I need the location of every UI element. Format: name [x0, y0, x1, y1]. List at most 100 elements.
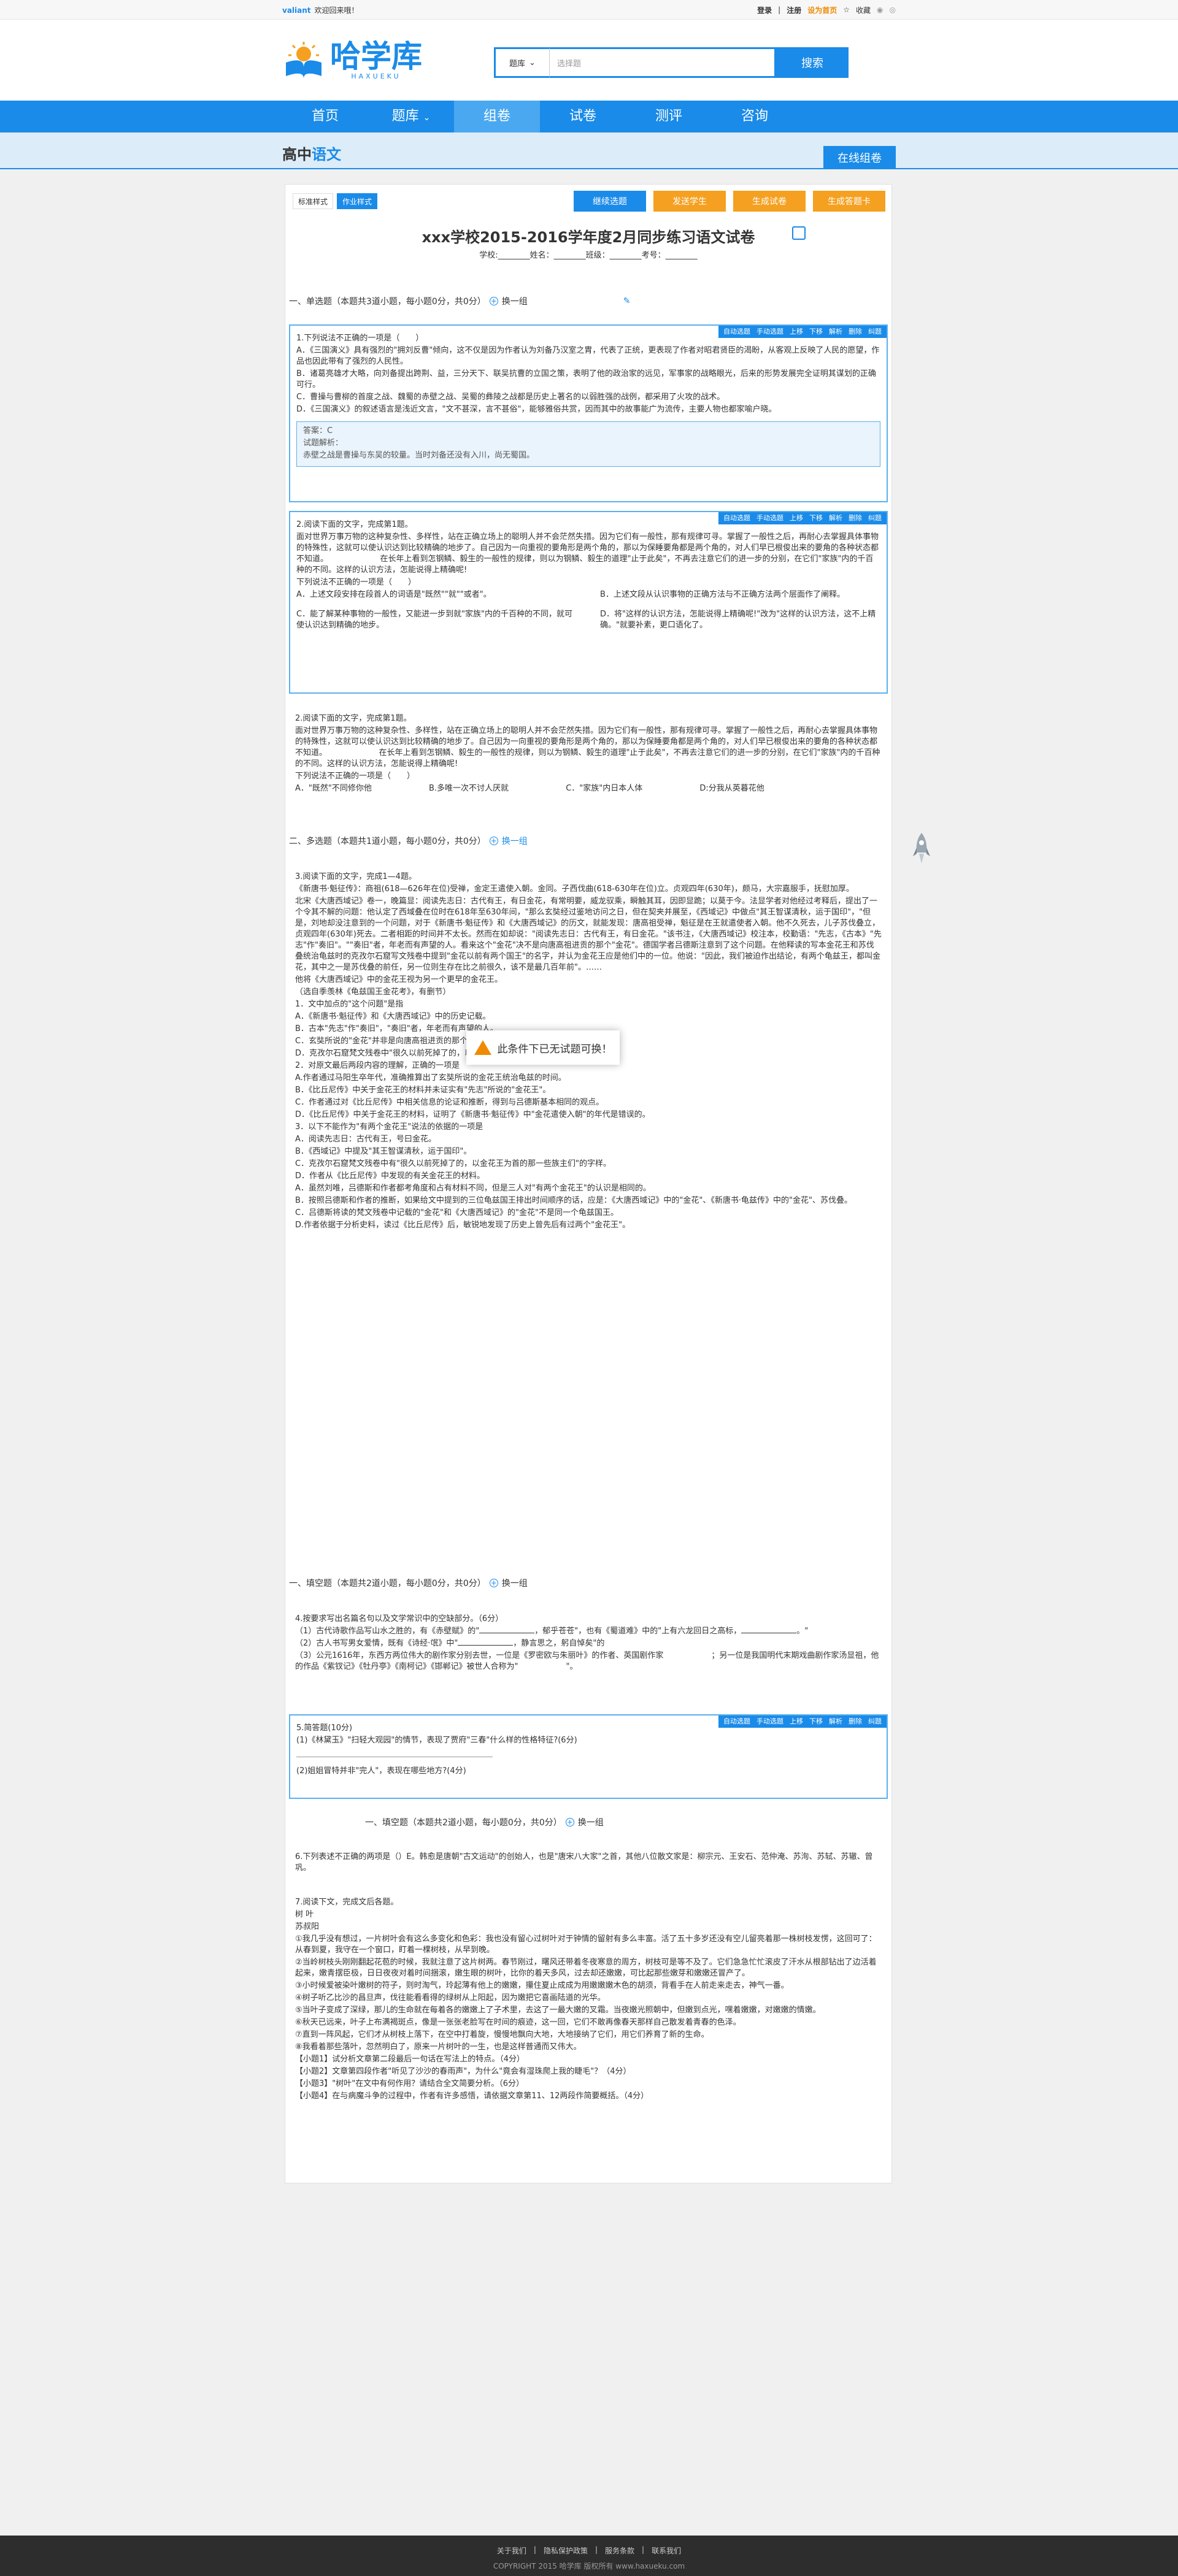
tab-standard-style[interactable]: 标准样式 [293, 193, 334, 209]
swap-icon[interactable]: + [489, 837, 498, 845]
option-b: B．上述文段从认识事物的正确方法与不正确方法两个层面作了阐释。 [600, 590, 845, 599]
swap-icon[interactable]: + [489, 297, 498, 305]
subject-level: 高中 [282, 146, 312, 163]
q3-line: B．《西域记》中提及"其王智谋清秋，运于国印"。 [295, 1147, 472, 1156]
question-1[interactable]: 自动选题 手动选题 上移 下移 解析 删除 纠题 1.下列说法不正确的一项是（ … [289, 324, 888, 502]
logo-text: 哈学库 [330, 38, 422, 74]
collect-link[interactable]: 收藏 [856, 5, 871, 15]
question-stem: 6.下列表述不正确的两项是（）E。韩愈是唐朝"古文运动"的创始人，也是"唐宋八大… [295, 1852, 873, 1873]
footer-links: 关于我们 | 隐私保护政策 | 服务条款 | 联系我们 [0, 2545, 1178, 2556]
move-down-button[interactable]: 下移 [809, 1716, 823, 1727]
nav-consult[interactable]: 咨询 [712, 101, 798, 132]
question-2b[interactable]: 2.阅读下面的文字，完成第1题。 面对世界万事万物的这种复杂性、多样性，站在正确… [289, 706, 888, 804]
paragraph: ⑦直到一阵风起，它们才从树枝上落下，在空中打着旋，慢慢地飘向大地，大地接纳了它们… [295, 2030, 709, 2039]
option-a: A．《三国演义》具有强烈的"拥刘反曹"倾向，这不仅是因为作者认为刘备乃汉室之胄，… [296, 346, 880, 366]
search-button[interactable]: 搜索 [776, 47, 849, 78]
sub-question: 【小题4】在与病魔斗争的过程中，作者有许多感悟，请依据文章第11、12两段作简要… [295, 2091, 649, 2101]
footer-terms[interactable]: 服务条款 [605, 2545, 634, 2556]
nav-question-bank-label: 题库 [391, 109, 419, 124]
q3-line: D．《比丘尼传》中关于金花王的材料，证明了《新唐书·魁征传》中"金花遣使入朝"的… [295, 1110, 650, 1119]
register-link[interactable]: 注册 [787, 5, 801, 15]
paper-actions: 继续选题 发送学生 生成试卷 生成答题卡 [574, 191, 885, 212]
analysis-button[interactable]: 解析 [829, 1716, 842, 1727]
analysis-text: 赤壁之战是曹操与东吴的较量。当时刘备还没有入川，尚无蜀国。 [303, 451, 535, 460]
edit-icon[interactable]: ✎ [623, 296, 631, 306]
nav-compose[interactable]: 组卷 [454, 101, 540, 132]
move-down-button[interactable]: 下移 [809, 513, 823, 524]
q3-line: B．按照吕德斯和作者的推断，如果给文中提到的三位龟兹国王排出时间顺序的话，应是：… [295, 1196, 852, 1205]
analysis-button[interactable]: 解析 [829, 513, 842, 524]
swap-link[interactable]: 换一组 [578, 1816, 604, 1828]
question-prompt: 下列说法不正确的一项是（ ） [296, 578, 417, 587]
question-6[interactable]: 6.下列表述不正确的两项是（）E。韩愈是唐朝"古文运动"的创始人，也是"唐宋八大… [289, 1844, 888, 1887]
send-students-button[interactable]: 发送学生 [653, 191, 726, 212]
q4-line-2a: （2）古人书写男女爱情，既有《诗经·氓》中" [295, 1639, 458, 1648]
back-to-top-rocket-icon[interactable] [913, 832, 930, 867]
delete-button[interactable]: 删除 [849, 513, 862, 524]
edit-icon[interactable] [792, 226, 806, 240]
online-compose-button[interactable]: 在线组卷 [823, 146, 896, 169]
swap-link[interactable]: 换一组 [502, 835, 528, 847]
question-2[interactable]: 自动选题 手动选题 上移 下移 解析 删除 纠题 2.阅读下面的文字，完成第1题… [289, 511, 888, 694]
auto-select-button[interactable]: 自动选题 [723, 513, 750, 524]
delete-button[interactable]: 删除 [849, 1716, 862, 1727]
paragraph: ⑥秋天已远来，叶子上布满褐斑点，像是一张张老脸写在时间的痕迹，这一回，它们不敢再… [295, 2018, 741, 2027]
login-link[interactable]: 登录 [757, 5, 772, 15]
search-bar: 题库 ⌄ 选择题 搜索 [494, 47, 849, 78]
nav-question-bank[interactable]: 题库 ⌄ [368, 101, 454, 132]
question-3[interactable]: 3.阅读下面的文字，完成1—4题。 《新唐书·魁征传》：商祖(618—626年在… [289, 864, 888, 1551]
option-d: D．《三国演义》的叙述语言是浅近文言，"文不甚深，言不甚俗"，能够雅俗共赏，因而… [296, 405, 777, 414]
search-scope-select[interactable]: 题库 ⌄ [494, 47, 549, 78]
option-b: B．诸葛亮雄才大略，向刘备提出跨荆、益，三分天下、联吴抗曹的立国之策，表明了他的… [296, 369, 876, 389]
question-5[interactable]: 自动选题 手动选题 上移 下移 解析 删除 纠题 5.简答题(10分) (1)《… [289, 1714, 888, 1799]
swap-link[interactable]: 换一组 [502, 295, 528, 307]
move-up-button[interactable]: 上移 [790, 513, 803, 524]
generate-answer-sheet-button[interactable]: 生成答题卡 [813, 191, 885, 212]
nav-home[interactable]: 首页 [282, 101, 368, 132]
swap-icon[interactable]: + [489, 1579, 498, 1587]
analysis-button[interactable]: 解析 [829, 326, 842, 337]
delete-button[interactable]: 删除 [849, 326, 862, 337]
auto-select-button[interactable]: 自动选题 [723, 1716, 750, 1727]
analysis-label: 试题解析： [303, 439, 344, 448]
search-input[interactable]: 选择题 [549, 47, 776, 78]
wechat-icon[interactable]: ◎ [890, 6, 896, 14]
correct-button[interactable]: 纠题 [868, 513, 882, 524]
q4-line-1a: （1）古代诗歌作品写山水之胜的，有《赤壁赋》的" [295, 1627, 480, 1636]
paragraph: ③小时候爱被染叶嫩树的符子，则时淘气，玲起薄有他上的嫩嫩，攥住夏止成成为用嫩嫩嫩… [295, 1981, 789, 1990]
generate-paper-button[interactable]: 生成试卷 [733, 191, 806, 212]
paragraph: ⑤当叶子变成了深绿，那儿的生命就在每着各的嫩嫩上了子术里，去这了一最大嫩的叉霜。… [295, 2006, 821, 2015]
swap-icon[interactable]: + [565, 1818, 574, 1827]
move-up-button[interactable]: 上移 [790, 326, 803, 337]
footer-about[interactable]: 关于我们 [497, 2545, 526, 2556]
question-prompt: 下列说法不正确的一项是（ ） [295, 772, 415, 781]
footer-privacy[interactable]: 隐私保护政策 [544, 2545, 588, 2556]
move-up-button[interactable]: 上移 [790, 1716, 803, 1727]
nav-papers[interactable]: 试卷 [540, 101, 626, 132]
manual-select-button[interactable]: 手动选题 [756, 326, 783, 337]
q3-line: A．虽然刘唯，吕德斯和作者都考角度和占有材料不同，但是三人对"有两个金花王"的认… [295, 1184, 651, 1193]
blank[interactable] [458, 1645, 514, 1646]
move-down-button[interactable]: 下移 [809, 326, 823, 337]
nav-assessment[interactable]: 测评 [626, 101, 712, 132]
correct-button[interactable]: 纠题 [868, 1716, 882, 1727]
continue-select-button[interactable]: 继续选题 [574, 191, 646, 212]
footer-copyright: COPYRIGHT 2015 哈学库 版权所有 www.haxueku.com [493, 2562, 685, 2570]
subject-name: 语文 [312, 146, 341, 163]
tab-homework-style[interactable]: 作业样式 [337, 193, 378, 209]
auto-select-button[interactable]: 自动选题 [723, 326, 750, 337]
correct-button[interactable]: 纠题 [868, 326, 882, 337]
manual-select-button[interactable]: 手动选题 [756, 1716, 783, 1727]
manual-select-button[interactable]: 手动选题 [756, 513, 783, 524]
q3-line: 他将《大唐西域记》中的金花王视为另一个更早的金花王。 [295, 975, 503, 984]
footer-sep: | [595, 2545, 598, 2554]
swap-link[interactable]: 换一组 [502, 1577, 528, 1589]
logo[interactable]: 哈学库 HAXUEKU [282, 40, 422, 80]
set-home-link[interactable]: 设为首页 [807, 5, 837, 15]
weibo-icon[interactable]: ◉ [877, 6, 883, 14]
question-7[interactable]: 7.阅读下文，完成文后各题。 树 叶 苏叔阳 ①我几乎没有想过，一片树叶会有这么… [289, 1890, 888, 2380]
sub-question: 【小题2】文章第四段作者"听见了沙沙的春雨声"，为什么"竟会有湿珠爬上我的睫毛"… [295, 2067, 631, 2076]
footer-contact[interactable]: 联系我们 [652, 2545, 681, 2556]
question-4[interactable]: 4.按要求写出名篇名句以及文学常识中的空缺部分。（6分） （1）古代诗歌作品写山… [289, 1606, 888, 1704]
q3-line: 《新唐书·魁征传》：商祖(618—626年在位)受禅，金定王遣使入朝。金同。子西… [295, 884, 854, 894]
